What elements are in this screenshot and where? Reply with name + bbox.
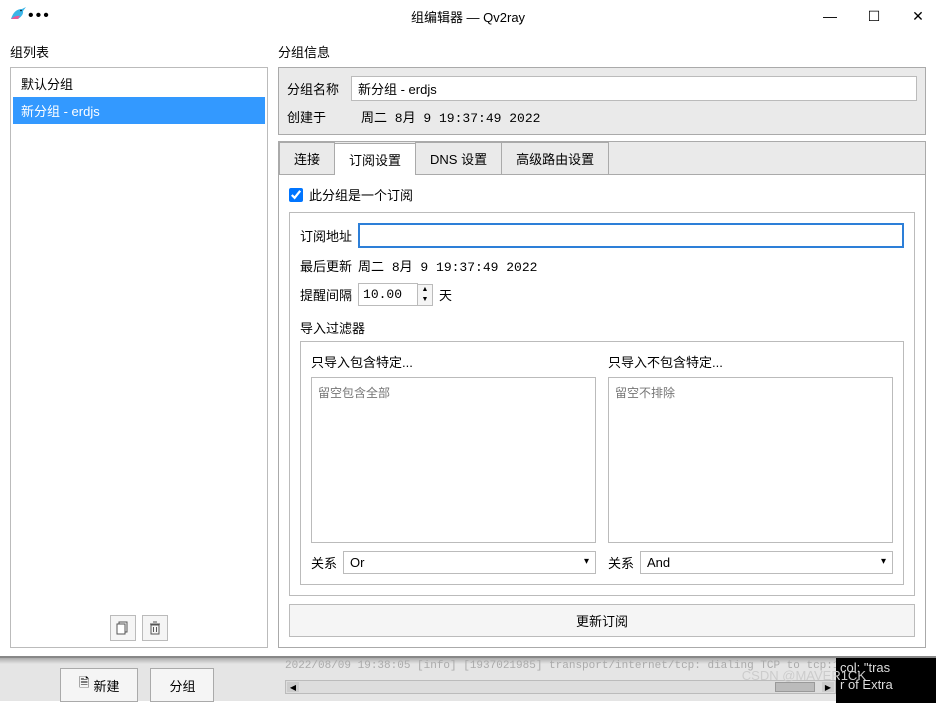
- subscription-box: 订阅地址 最后更新 周二 8月 9 19:37:49 2022 提醒间隔 ▲: [289, 212, 915, 596]
- sub-address-input[interactable]: [358, 223, 904, 248]
- close-button[interactable]: ✕: [908, 6, 928, 26]
- tab-content: 此分组是一个订阅 订阅地址 最后更新 周二 8月 9 19:37:49 2022…: [279, 174, 925, 647]
- group-item[interactable]: 默认分组: [13, 70, 265, 97]
- created-label: 创建于: [287, 107, 351, 126]
- tab-routing[interactable]: 高级路由设置: [501, 142, 609, 174]
- filter-box: 只导入包含特定... 关系 Or 只导入不包含特定...: [300, 341, 904, 585]
- group-info-header: 分组信息: [278, 36, 926, 67]
- maximize-button[interactable]: ☐: [864, 6, 884, 26]
- sub-interval-label: 提醒间隔: [300, 285, 352, 304]
- include-relation-label: 关系: [311, 553, 337, 572]
- sub-address-label: 订阅地址: [300, 226, 352, 245]
- copy-button[interactable]: [110, 615, 136, 641]
- interval-down[interactable]: ▼: [418, 295, 432, 305]
- minimize-button[interactable]: —: [820, 6, 840, 26]
- exclude-relation-select[interactable]: And: [640, 551, 893, 574]
- background-window: 🗎 新建 分组 2022/08/09 19:38:05 [info] [1937…: [0, 656, 936, 701]
- exclude-title: 只导入不包含特定...: [608, 352, 893, 371]
- interval-input[interactable]: [358, 283, 418, 306]
- group-name-input[interactable]: [351, 76, 917, 101]
- scroll-left-icon[interactable]: ◀: [287, 682, 299, 692]
- scroll-thumb[interactable]: [775, 682, 815, 692]
- bg-new-button[interactable]: 🗎 新建: [60, 668, 138, 702]
- watermark: CSDN @MAVER1CK: [742, 668, 866, 683]
- tab-subscription[interactable]: 订阅设置: [334, 143, 416, 175]
- is-subscription-label: 此分组是一个订阅: [309, 185, 413, 204]
- window-title: 组编辑器 — Qv2ray: [411, 7, 525, 26]
- app-icon: [8, 5, 28, 28]
- group-list-container: 默认分组 新分组 - erdjs: [10, 67, 268, 648]
- exclude-textarea[interactable]: [608, 377, 893, 543]
- tabs-row: 连接 订阅设置 DNS 设置 高级路由设置: [279, 142, 925, 174]
- sub-lastupdate-label: 最后更新: [300, 256, 352, 275]
- is-subscription-checkbox[interactable]: [289, 188, 303, 202]
- tab-dns[interactable]: DNS 设置: [415, 142, 502, 174]
- interval-unit: 天: [439, 285, 452, 304]
- include-title: 只导入包含特定...: [311, 352, 596, 371]
- bg-group-button[interactable]: 分组: [150, 668, 214, 702]
- interval-up[interactable]: ▲: [418, 285, 432, 295]
- created-value: 周二 8月 9 19:37:49 2022: [351, 107, 540, 126]
- update-subscription-button[interactable]: 更新订阅: [289, 604, 915, 637]
- group-list[interactable]: 默认分组 新分组 - erdjs: [13, 70, 265, 607]
- include-relation-select[interactable]: Or: [343, 551, 596, 574]
- delete-button[interactable]: [142, 615, 168, 641]
- sub-lastupdate-value: 周二 8月 9 19:37:49 2022: [358, 256, 537, 275]
- interval-spinbox[interactable]: ▲ ▼: [358, 283, 433, 306]
- group-item[interactable]: 新分组 - erdjs: [13, 97, 265, 124]
- window-titlebar: ••• 组编辑器 — Qv2ray — ☐ ✕: [0, 0, 936, 32]
- tabs-container: 连接 订阅设置 DNS 设置 高级路由设置 此分组是一个订阅 订阅地址 最后更新: [278, 141, 926, 648]
- group-name-label: 分组名称: [287, 79, 351, 98]
- group-list-header: 组列表: [10, 36, 268, 67]
- menu-dots-icon[interactable]: •••: [28, 7, 51, 25]
- group-info-box: 分组名称 创建于 周二 8月 9 19:37:49 2022: [278, 67, 926, 135]
- exclude-relation-label: 关系: [608, 553, 634, 572]
- file-icon: 🗎: [79, 674, 89, 696]
- filter-title: 导入过滤器: [300, 318, 904, 337]
- tab-connection[interactable]: 连接: [279, 142, 335, 174]
- scroll-right-icon[interactable]: ▶: [822, 682, 834, 692]
- include-textarea[interactable]: [311, 377, 596, 543]
